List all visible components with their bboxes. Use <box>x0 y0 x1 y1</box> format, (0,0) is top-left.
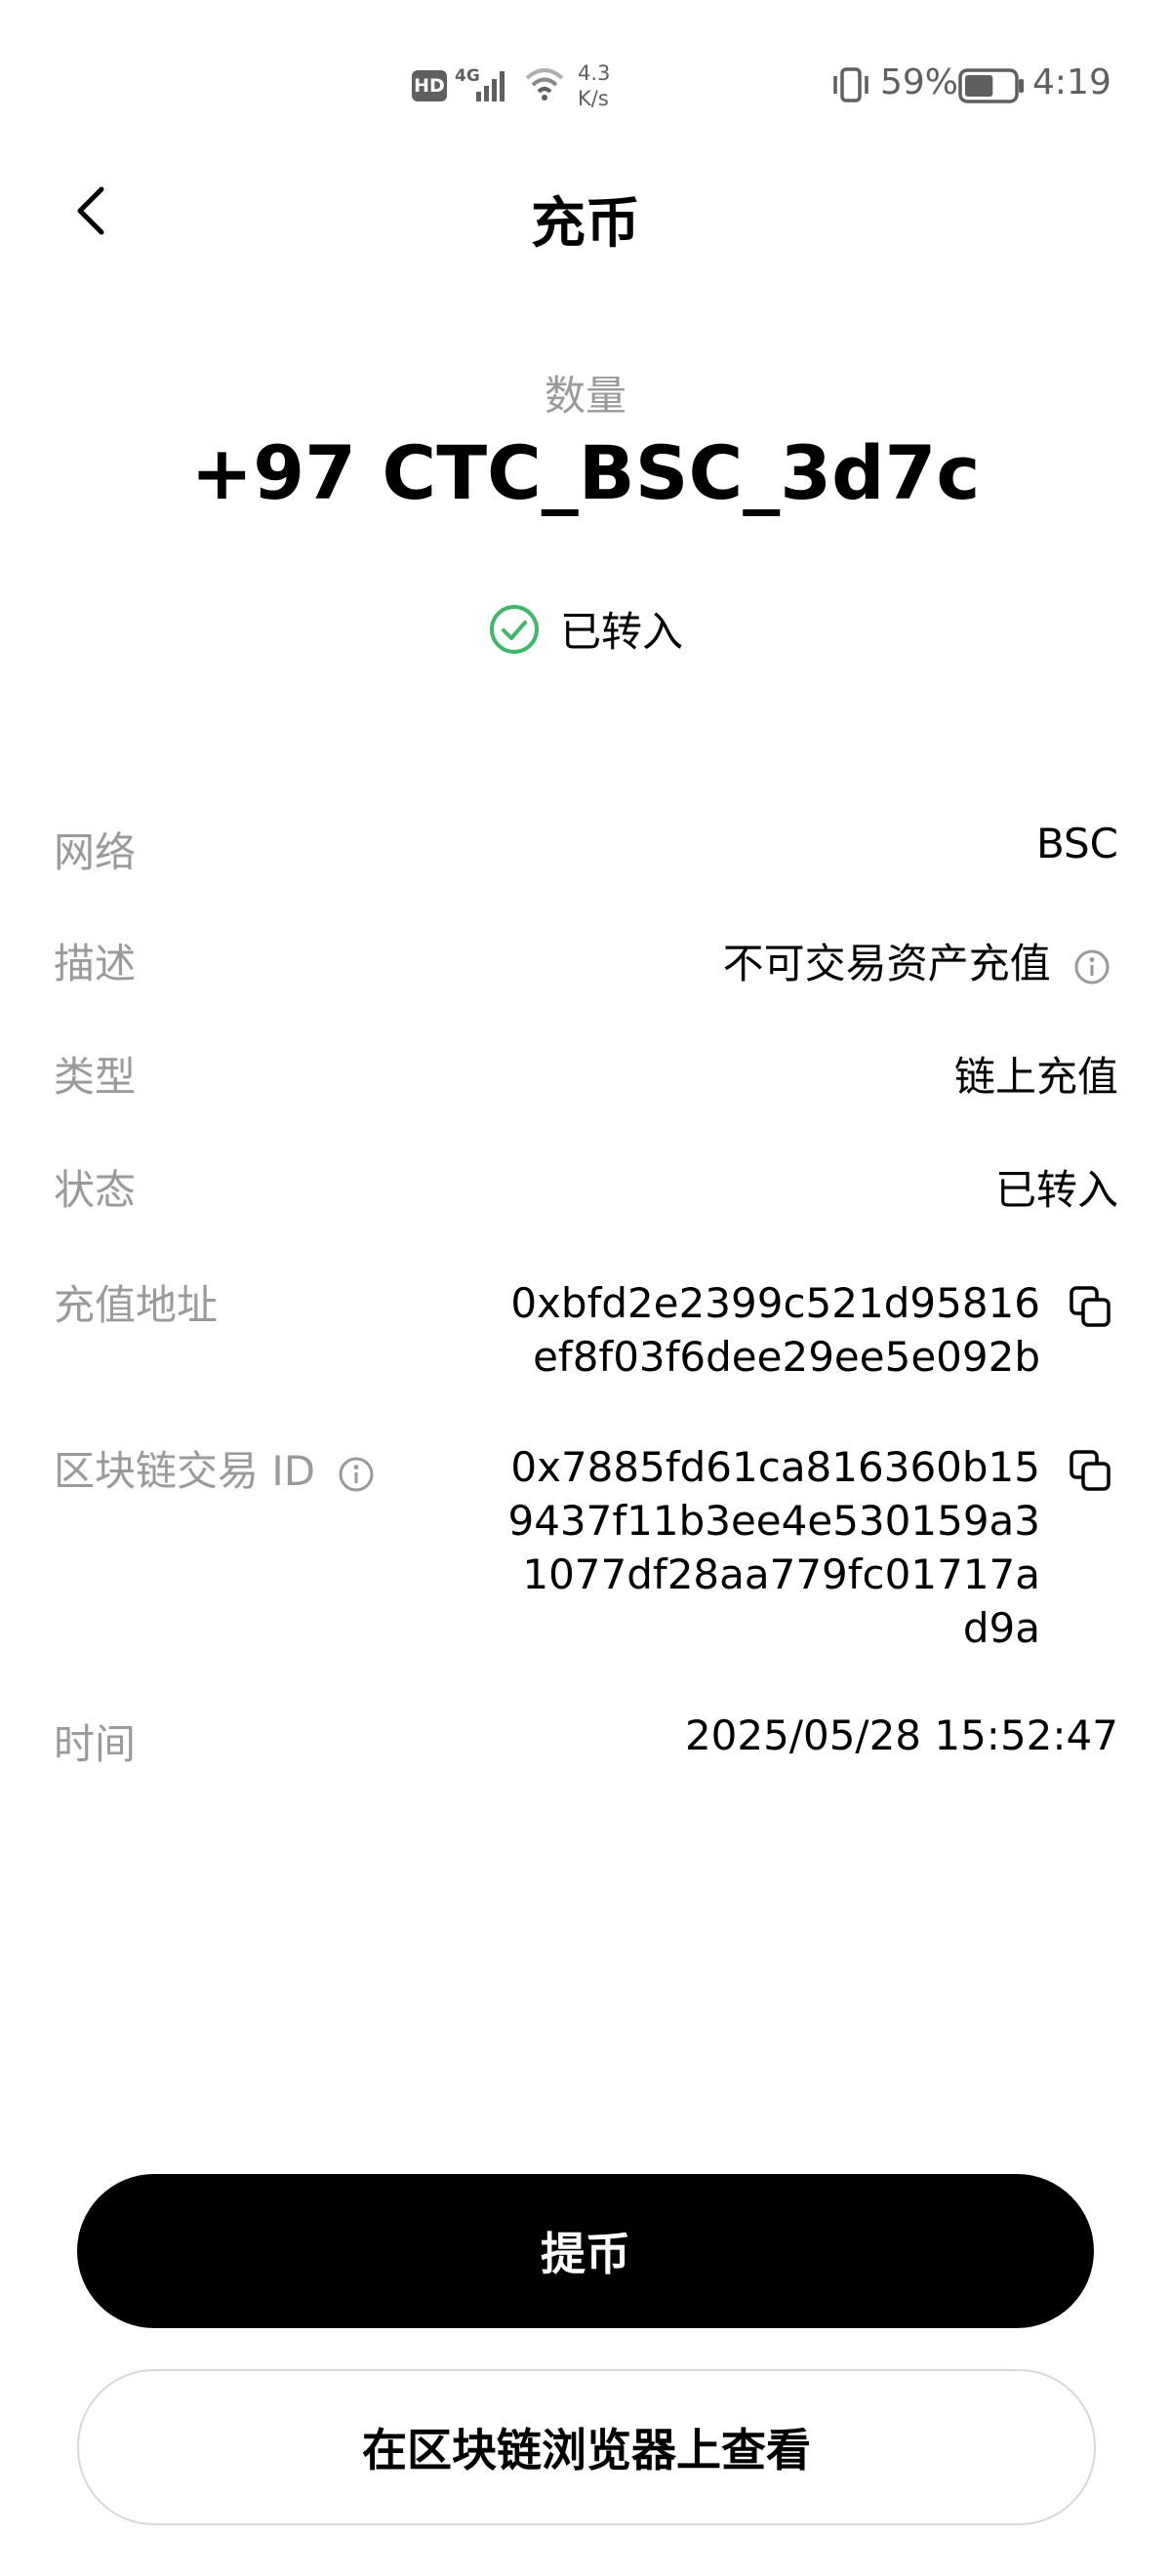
status-text: 已转入 <box>559 608 683 656</box>
battery-icon <box>958 68 1024 103</box>
status-label: 状态 <box>54 1166 137 1214</box>
hd-badge: HD <box>412 70 447 101</box>
speed-value: 4.3 <box>578 61 611 85</box>
time-label: 时间 <box>54 1720 137 1768</box>
copy-address-icon[interactable] <box>1068 1284 1114 1331</box>
page-title: 充币 <box>531 192 640 256</box>
txid-line: 1077df28aa779fc01717a <box>522 1550 1040 1598</box>
address-value: 0xbfd2e2399c521d95816 ef8f03f6dee29ee5e0… <box>510 1276 1040 1384</box>
info-icon[interactable] <box>338 1456 375 1493</box>
txid-line: d9a <box>962 1604 1040 1652</box>
signal-icon <box>476 71 505 101</box>
txid-label: 区块链交易 ID <box>54 1438 375 1498</box>
status-indicator: 已转入 <box>0 599 1171 659</box>
clock: 4:19 <box>1032 62 1111 102</box>
status-bar: HD 4G 4.3 K/s 59% 4:19 <box>0 0 1171 176</box>
description-label: 描述 <box>54 940 137 987</box>
network-speed: 4.3 K/s <box>578 60 610 111</box>
time-value: 2025/05/28 15:52:47 <box>684 1711 1118 1759</box>
copy-txid-icon[interactable] <box>1068 1448 1114 1495</box>
address-line: 0xbfd2e2399c521d95816 <box>510 1279 1040 1327</box>
amount-value: +97 CTC_BSC_3d7c <box>190 429 981 516</box>
network-value: BSC <box>1035 820 1118 867</box>
description-value: 不可交易资产充值 <box>723 931 1110 990</box>
vibrate-icon <box>833 67 868 102</box>
network-label: 网络 <box>54 828 137 876</box>
info-icon[interactable] <box>1073 948 1110 986</box>
status-value: 已转入 <box>994 1166 1118 1214</box>
battery-percent: 59% <box>880 62 959 102</box>
txid-line: 9437f11b3ee4e530159a3 <box>507 1497 1040 1545</box>
amount-label: 数量 <box>544 372 626 420</box>
address-label: 充值地址 <box>54 1281 219 1329</box>
check-circle-icon <box>489 604 539 654</box>
view-on-explorer-button[interactable]: 在区块链浏览器上查看 <box>77 2369 1096 2525</box>
txid-label-text: 区块链交易 ID <box>54 1447 316 1495</box>
txid-value: 0x7885fd61ca816360b15 9437f11b3ee4e53015… <box>507 1440 1040 1655</box>
speed-unit: K/s <box>578 87 609 110</box>
txid-line: 0x7885fd61ca816360b15 <box>510 1443 1040 1491</box>
wifi-icon <box>525 68 564 101</box>
withdraw-button[interactable]: 提币 <box>77 2174 1094 2328</box>
type-label: 类型 <box>54 1053 137 1101</box>
address-line: ef8f03f6dee29ee5e092b <box>533 1333 1040 1381</box>
description-text: 不可交易资产充值 <box>722 940 1051 987</box>
type-value: 链上充值 <box>953 1053 1118 1101</box>
